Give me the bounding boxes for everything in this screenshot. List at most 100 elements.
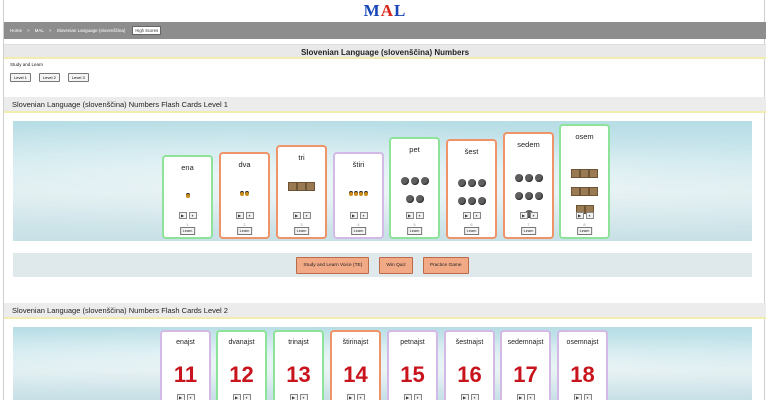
- play-button[interactable]: ▶: [405, 212, 414, 219]
- pause-button[interactable]: ⏸: [415, 212, 424, 219]
- flashcard[interactable]: dvanajst 12 ▶ ⏸: [216, 330, 267, 400]
- practice-game-button[interactable]: Practice Game: [422, 256, 469, 274]
- play-button[interactable]: ▶: [575, 212, 584, 219]
- card-audio-controls: ▶ ⏸: [561, 212, 608, 219]
- level-3-button[interactable]: Level 3: [67, 73, 89, 82]
- count-dot-icon: [524, 192, 533, 200]
- pause-button[interactable]: ⏸: [526, 394, 535, 400]
- card-audio-controls: ▶ ⏸: [221, 212, 268, 219]
- pause-button[interactable]: ⏸: [242, 394, 251, 400]
- play-button[interactable]: ▶: [573, 394, 582, 400]
- high-scores-button[interactable]: High Scores: [132, 26, 162, 35]
- card-number-large: 13: [286, 362, 311, 387]
- flashcard[interactable]: petnajst 15 ▶ ⏸: [387, 330, 438, 400]
- learn-button[interactable]: Learn: [236, 227, 253, 235]
- page-frame: MAL Home > MAL > Slovenian Language (slo…: [3, 0, 766, 400]
- play-button[interactable]: ▶: [349, 212, 358, 219]
- count-pictures: [391, 173, 438, 209]
- logo-letter: L: [393, 1, 407, 20]
- flashcard-inner: ena ▶ ⏸ 1 Learn: [164, 157, 211, 237]
- flashcard[interactable]: enajst 11 ▶ ⏸: [160, 330, 211, 400]
- play-button[interactable]: ▶: [178, 212, 187, 219]
- count-box-icon: [306, 182, 315, 191]
- pause-button[interactable]: ⏸: [472, 212, 481, 219]
- learn-button[interactable]: Learn: [520, 227, 537, 235]
- play-button[interactable]: ▶: [460, 394, 469, 400]
- play-button[interactable]: ▶: [516, 394, 525, 400]
- count-box-icon: [288, 182, 297, 191]
- card-audio-controls: ▶ ⏸: [218, 394, 265, 400]
- play-button[interactable]: ▶: [289, 394, 298, 400]
- mal-logo[interactable]: MAL: [4, 0, 766, 22]
- flashcard[interactable]: ena ▶ ⏸ 1 Learn: [162, 155, 213, 239]
- card-number-large: 12: [229, 362, 254, 387]
- nav-home-link[interactable]: Home: [10, 28, 22, 33]
- win-quiz-button[interactable]: Win Quiz: [379, 256, 413, 274]
- card-word: enajst: [176, 339, 195, 346]
- pause-button[interactable]: ⏸: [413, 394, 422, 400]
- study-learn-voice-button[interactable]: Study and Learn Voice (TE): [296, 256, 370, 274]
- flashcard[interactable]: pet ▶ ⏸ 5 Learn: [389, 137, 440, 239]
- card-word: dvanajst: [228, 339, 255, 346]
- play-button[interactable]: ▶: [519, 212, 528, 219]
- card-number-large: 14: [343, 362, 368, 387]
- pause-button[interactable]: ⏸: [245, 212, 254, 219]
- flashcard[interactable]: dva ▶ ⏸ 2 Learn: [219, 152, 270, 239]
- card-word: tri: [298, 153, 305, 162]
- play-button[interactable]: ▶: [462, 212, 471, 219]
- play-button[interactable]: ▶: [346, 394, 355, 400]
- count-sun-icon: [359, 192, 363, 196]
- flashcard[interactable]: osem ▶ ⏸ 8 Learn: [559, 124, 610, 239]
- flashcard[interactable]: štirinajst 14 ▶ ⏸: [330, 330, 381, 400]
- card-audio-controls: ▶ ⏸: [446, 394, 493, 400]
- learn-button[interactable]: Learn: [463, 227, 480, 235]
- nav-mal-link[interactable]: MAL: [35, 28, 44, 33]
- learn-button[interactable]: Learn: [406, 227, 423, 235]
- card-word: šestnajst: [455, 339, 484, 346]
- play-button[interactable]: ▶: [176, 394, 185, 400]
- pause-button[interactable]: ⏸: [302, 212, 311, 219]
- pause-button[interactable]: ⏸: [186, 394, 195, 400]
- count-box-icon: [571, 187, 580, 196]
- learn-button[interactable]: Learn: [576, 227, 593, 235]
- pause-button[interactable]: ⏸: [299, 394, 308, 400]
- level-1-button[interactable]: Level 1: [10, 73, 31, 82]
- count-dot-icon: [405, 195, 414, 203]
- learn-button[interactable]: Learn: [179, 227, 196, 235]
- flashcard[interactable]: trinajst 13 ▶ ⏸: [273, 330, 324, 400]
- section-level1-heading: Slovenian Language (slovenščina) Numbers…: [4, 97, 766, 113]
- pause-button[interactable]: ⏸: [470, 394, 479, 400]
- flashcard[interactable]: šestnajst 16 ▶ ⏸: [444, 330, 495, 400]
- learn-button[interactable]: Learn: [293, 227, 310, 235]
- pause-button[interactable]: ⏸: [529, 212, 538, 219]
- card-word: ena: [181, 163, 194, 172]
- flashcard-inner: štiri ▶ ⏸ 4 Learn: [335, 154, 382, 237]
- count-dot-icon: [514, 192, 523, 200]
- flashcard-inner: dvanajst 12 ▶ ⏸: [218, 332, 265, 400]
- flashcard[interactable]: šest ▶ ⏸ 6 Learn: [446, 139, 497, 239]
- play-button[interactable]: ▶: [403, 394, 412, 400]
- count-box-icon: [589, 169, 598, 178]
- learn-button[interactable]: Learn: [350, 227, 367, 235]
- count-pictures: [278, 178, 325, 196]
- play-button[interactable]: ▶: [235, 212, 244, 219]
- flashcard[interactable]: tri ▶ ⏸ 3 Learn: [276, 145, 327, 239]
- pause-button[interactable]: ⏸: [359, 212, 368, 219]
- pause-button[interactable]: ⏸: [585, 212, 594, 219]
- pause-button[interactable]: ⏸: [188, 212, 197, 219]
- count-sun-icon: [245, 192, 249, 196]
- pause-button[interactable]: ⏸: [583, 394, 592, 400]
- card-audio-controls: ▶ ⏸: [502, 394, 549, 400]
- level-2-button[interactable]: Level 2: [38, 73, 60, 82]
- flashcard-inner: šestnajst 16 ▶ ⏸: [446, 332, 493, 400]
- flashcard[interactable]: sedem ▶ ⏸ 7 Learn: [503, 132, 554, 239]
- pause-button[interactable]: ⏸: [356, 394, 365, 400]
- nav-slovenian-link[interactable]: Slovenian Language (slovenščina): [57, 28, 126, 33]
- flashcard[interactable]: sedemnajst 17 ▶ ⏸: [500, 330, 551, 400]
- count-dot-icon: [420, 177, 429, 185]
- flashcard[interactable]: osemnajst 18 ▶ ⏸: [557, 330, 608, 400]
- play-button[interactable]: ▶: [232, 394, 241, 400]
- flashcard[interactable]: štiri ▶ ⏸ 4 Learn: [333, 152, 384, 239]
- play-button[interactable]: ▶: [292, 212, 301, 219]
- flashcard-inner: osemnajst 18 ▶ ⏸: [559, 332, 606, 400]
